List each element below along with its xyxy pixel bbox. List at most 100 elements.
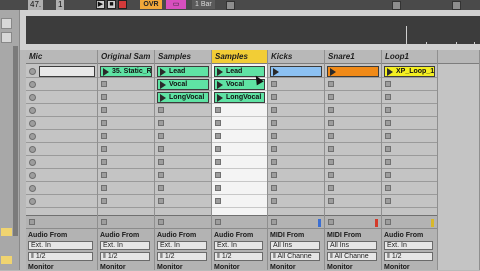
clip-stop-icon[interactable]	[101, 107, 107, 113]
clip-slot[interactable]	[212, 169, 267, 182]
clip-slot[interactable]	[26, 78, 97, 91]
clip-stop-icon[interactable]	[101, 146, 107, 152]
input-channel-select[interactable]: ‖ 1/2	[214, 252, 263, 261]
clip-slot[interactable]	[98, 169, 154, 182]
clip-slot[interactable]	[268, 195, 324, 208]
track-title[interactable]: Mic	[26, 50, 97, 64]
track-title[interactable]: Loop1	[382, 50, 437, 64]
input-source-select[interactable]: Ext. In	[28, 241, 93, 250]
clip-slot[interactable]	[98, 117, 154, 130]
clip-stop-icon[interactable]	[158, 107, 164, 113]
clip-slot[interactable]	[26, 130, 97, 143]
clip-stop-icon[interactable]	[158, 146, 164, 152]
clip-record-icon[interactable]	[29, 146, 36, 153]
clip-stop-icon[interactable]	[158, 172, 164, 178]
clip-slot[interactable]	[26, 91, 97, 104]
clip-stop-icon[interactable]	[328, 107, 334, 113]
clip-stop-icon[interactable]	[215, 120, 221, 126]
clip-record-icon[interactable]	[29, 68, 36, 75]
clip-stop-icon[interactable]	[385, 81, 391, 87]
input-source-select[interactable]: Ext. In	[214, 241, 263, 250]
clip-stop-icon[interactable]	[328, 146, 334, 152]
clip-slot[interactable]	[382, 143, 437, 156]
play-icon[interactable]: ▶	[96, 0, 105, 9]
clip-stop-icon[interactable]	[101, 198, 107, 204]
clip-slot[interactable]	[325, 195, 381, 208]
clip-slot[interactable]: Vocal	[155, 78, 211, 91]
clip-play-icon[interactable]	[103, 68, 109, 76]
clip-stop-icon[interactable]	[385, 107, 391, 113]
clip-stop-icon[interactable]	[385, 133, 391, 139]
clip-slot[interactable]	[268, 130, 324, 143]
clip-stop-icon[interactable]	[158, 120, 164, 126]
clip-slot[interactable]	[268, 143, 324, 156]
clip-slot[interactable]: LongVocal	[212, 91, 267, 104]
clip-slot[interactable]	[212, 182, 267, 195]
clip-slot[interactable]	[325, 130, 381, 143]
clip-record-icon[interactable]	[29, 185, 36, 192]
clip-slot[interactable]	[382, 195, 437, 208]
input-source-select[interactable]: All Ins	[270, 241, 320, 250]
clip-stop-icon[interactable]	[328, 172, 334, 178]
clip-record-icon[interactable]	[29, 198, 36, 205]
overview-timeline[interactable]	[26, 16, 480, 48]
browser-toggle-icon[interactable]	[1, 18, 12, 29]
clip-stop-row[interactable]	[268, 216, 324, 229]
input-channel-select[interactable]: ‖ All Channe	[327, 252, 377, 261]
clip-stop-icon[interactable]	[328, 133, 334, 139]
clip-placeholder[interactable]	[39, 66, 95, 77]
clip-stop-icon[interactable]	[101, 185, 107, 191]
browser-toggle-icon-2[interactable]	[1, 32, 12, 43]
clip-stop-icon[interactable]	[215, 198, 221, 204]
clip-slot[interactable]	[382, 104, 437, 117]
clip-stop-icon[interactable]	[215, 107, 221, 113]
clip-play-icon[interactable]	[217, 94, 223, 102]
clip-slot[interactable]	[325, 65, 381, 78]
track-title[interactable]: Samples	[155, 50, 211, 64]
clip-slot[interactable]	[268, 117, 324, 130]
clip-stop-icon[interactable]	[385, 185, 391, 191]
clip-record-icon[interactable]	[29, 94, 36, 101]
clip-slot[interactable]: LongVocal	[155, 91, 211, 104]
clip-record-icon[interactable]	[29, 120, 36, 127]
clip[interactable]: LongVocal	[214, 92, 265, 103]
clip-stop-icon[interactable]	[385, 172, 391, 178]
input-channel-select[interactable]: ‖ 1/2	[384, 252, 433, 261]
clip-slot[interactable]	[98, 130, 154, 143]
clip-play-icon[interactable]	[273, 68, 279, 76]
clip-slot[interactable]	[325, 104, 381, 117]
clip-stop-icon[interactable]	[158, 133, 164, 139]
clip-play-icon[interactable]	[160, 94, 166, 102]
clip-slot[interactable]	[212, 156, 267, 169]
clip-slot[interactable]	[26, 195, 97, 208]
track-stop-icon[interactable]	[271, 219, 277, 225]
clip[interactable]: Lead	[157, 66, 209, 77]
clip-slot[interactable]	[98, 78, 154, 91]
clip-stop-icon[interactable]	[215, 133, 221, 139]
clip-stop-icon[interactable]	[271, 133, 277, 139]
clip-play-icon[interactable]	[387, 68, 393, 76]
clip-slot[interactable]	[382, 169, 437, 182]
draw-mode-icon[interactable]	[226, 1, 235, 10]
clip-slot[interactable]	[382, 130, 437, 143]
clip-slot[interactable]	[98, 195, 154, 208]
clip-slot[interactable]	[382, 117, 437, 130]
clip-stop-icon[interactable]	[271, 198, 277, 204]
clip-play-icon[interactable]	[217, 81, 223, 89]
track-stop-icon[interactable]	[29, 219, 35, 225]
overdub-button[interactable]: OVR	[140, 0, 162, 9]
clip-stop-icon[interactable]	[385, 120, 391, 126]
clip-stop-icon[interactable]	[271, 146, 277, 152]
clip-slot[interactable]	[155, 182, 211, 195]
clip-slot[interactable]	[26, 156, 97, 169]
clip-play-icon[interactable]	[217, 68, 223, 76]
clip-stop-icon[interactable]	[101, 133, 107, 139]
clip[interactable]: XP_Loop_1(	[384, 66, 435, 77]
clip-stop-icon[interactable]	[101, 172, 107, 178]
clip-slot[interactable]	[325, 182, 381, 195]
clip-slot[interactable]	[268, 65, 324, 78]
clip-slot[interactable]	[325, 169, 381, 182]
clip-slot[interactable]	[325, 117, 381, 130]
input-channel-select[interactable]: ‖ All Channe	[270, 252, 320, 261]
clip-slot[interactable]	[325, 156, 381, 169]
